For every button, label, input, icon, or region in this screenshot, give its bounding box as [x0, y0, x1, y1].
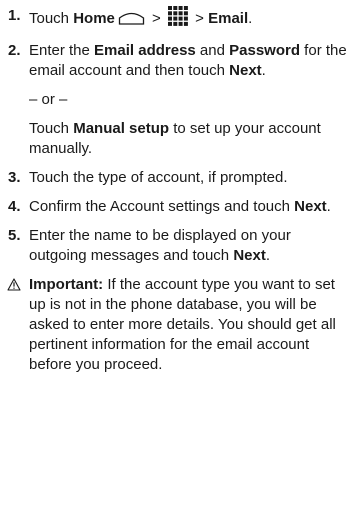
- step-number: 4.: [8, 198, 21, 215]
- step-5: 5. Enter the name to be displayed on you…: [8, 227, 291, 264]
- apps-grid-icon: [168, 6, 188, 32]
- step-1: 1. Touch Home > > Email.: [0, 6, 357, 32]
- home-label: Home: [73, 10, 115, 27]
- email-label: Email: [208, 10, 249, 27]
- step-number: 2.: [8, 42, 21, 59]
- step-text: Touch: [29, 10, 74, 27]
- warning-icon: [7, 277, 21, 297]
- important-label: Important:: [29, 276, 104, 293]
- step-number: 1.: [8, 7, 21, 24]
- alternative-text: Touch Manual setup to set up your accoun…: [29, 120, 321, 157]
- home-icon: [118, 10, 145, 31]
- step-text: Enter the Email address and Password for…: [29, 42, 347, 79]
- instructions-page: 1. Touch Home > > Email. 2. Enter the Em…: [0, 0, 357, 523]
- step-number: 5.: [8, 227, 21, 244]
- important-note: Important: If the account type you want …: [0, 275, 357, 375]
- or-separator: – or –: [29, 91, 68, 108]
- step-text: Touch the type of account, if prompted.: [29, 169, 288, 186]
- step-number: 3.: [8, 169, 21, 186]
- step-3: 3. Touch the type of account, if prompte…: [0, 168, 357, 188]
- step-4: 4. Confirm the Account settings and touc…: [8, 198, 331, 215]
- step-2: 2. Enter the Email address and Password …: [0, 41, 357, 159]
- step-text: Confirm the Account settings and touch: [29, 198, 295, 215]
